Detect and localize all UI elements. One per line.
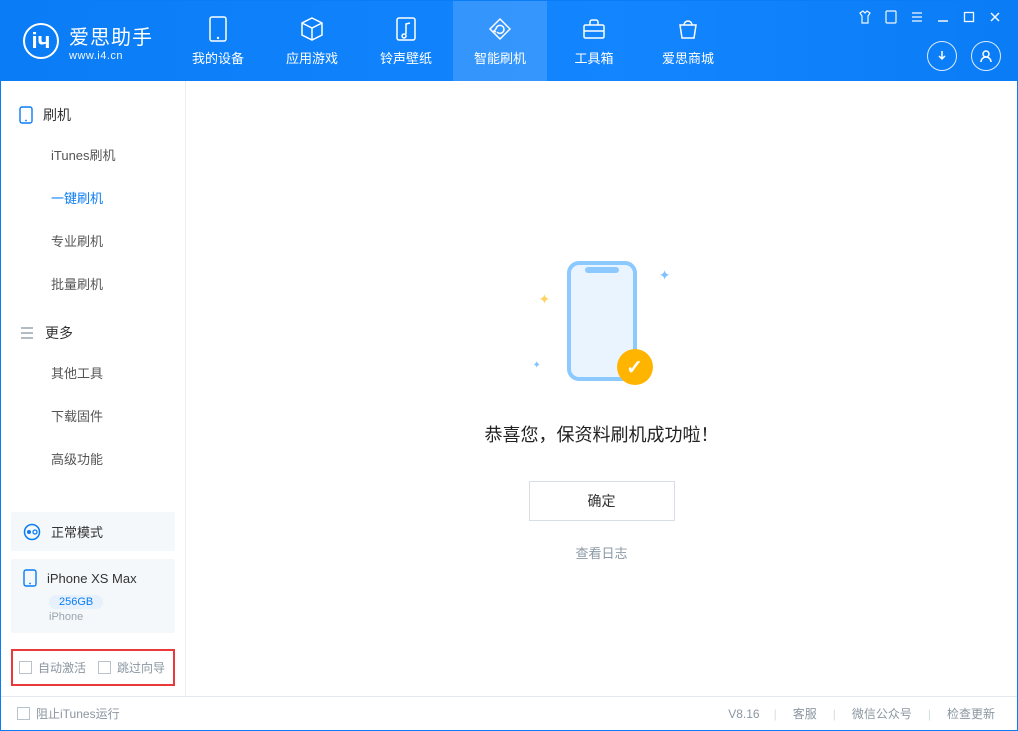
- user-button[interactable]: [971, 41, 1001, 71]
- sidebar-section-title: 更多: [45, 323, 73, 343]
- refresh-icon: [487, 16, 513, 42]
- checkbox-icon: [19, 661, 32, 674]
- tab-label: 铃声壁纸: [380, 48, 432, 67]
- sidebar-item-onekey-flash[interactable]: 一键刷机: [1, 176, 185, 219]
- checkbox-skip-guide[interactable]: 跳过向导: [98, 659, 165, 676]
- version-label: V8.16: [728, 707, 759, 721]
- tab-apps-games[interactable]: 应用游戏: [265, 1, 359, 81]
- checkbox-label: 自动激活: [38, 659, 86, 676]
- activation-options: 自动激活 跳过向导: [11, 649, 175, 686]
- toolbox-icon: [581, 16, 607, 42]
- sidebar-item-itunes-flash[interactable]: iTunes刷机: [1, 133, 185, 176]
- tab-label: 我的设备: [192, 48, 244, 67]
- footer-links: | 客服 | 微信公众号 | 检查更新: [774, 705, 1001, 722]
- success-message: 恭喜您，保资料刷机成功啦！: [485, 421, 719, 447]
- checkbox-label: 跳过向导: [117, 659, 165, 676]
- sidebar-item-advanced[interactable]: 高级功能: [1, 437, 185, 480]
- checkbox-auto-activate[interactable]: 自动激活: [19, 659, 86, 676]
- body: 刷机 iTunes刷机 一键刷机 专业刷机 批量刷机 更多 其他工具 下载固件 …: [1, 81, 1017, 696]
- logo: iч 爱思助手 www.i4.cn: [1, 21, 171, 62]
- close-icon[interactable]: [987, 9, 1003, 25]
- mode-label: 正常模式: [51, 522, 103, 541]
- main-content: ✦ ✦ ✦ ✓ 恭喜您，保资料刷机成功啦！ 确定 查看日志: [186, 81, 1017, 696]
- tab-toolbox[interactable]: 工具箱: [547, 1, 641, 81]
- sidebar: 刷机 iTunes刷机 一键刷机 专业刷机 批量刷机 更多 其他工具 下载固件 …: [1, 81, 186, 696]
- mode-icon: [23, 523, 41, 541]
- sparkle-icon: ✦: [539, 291, 551, 308]
- tab-label: 爱思商城: [662, 48, 714, 67]
- phone-outline-icon: [19, 106, 33, 124]
- sidebar-section-title: 刷机: [43, 105, 71, 125]
- device-type: iPhone: [49, 611, 163, 623]
- footer-link-update[interactable]: 检查更新: [941, 705, 1001, 722]
- skin-icon[interactable]: [857, 9, 873, 25]
- device-name-label: iPhone XS Max: [47, 571, 137, 586]
- tab-label: 应用游戏: [286, 48, 338, 67]
- sidebar-item-batch-flash[interactable]: 批量刷机: [1, 262, 185, 305]
- music-icon: [393, 16, 419, 42]
- tab-smart-flash[interactable]: 智能刷机: [453, 1, 547, 81]
- checkbox-stop-itunes[interactable]: 阻止iTunes运行: [17, 705, 120, 722]
- device-icon: [23, 569, 37, 587]
- device-storage: 256GB: [49, 595, 103, 609]
- title-bar: iч 爱思助手 www.i4.cn 我的设备 应用游戏 铃声壁纸 智能刷机 工具…: [1, 1, 1017, 81]
- download-button[interactable]: [927, 41, 957, 71]
- checkbox-icon: [98, 661, 111, 674]
- tab-label: 工具箱: [574, 48, 613, 67]
- store-icon: [675, 16, 701, 42]
- minimize-icon[interactable]: [935, 9, 951, 25]
- device-mode[interactable]: 正常模式: [11, 512, 175, 551]
- sidebar-item-download-firmware[interactable]: 下载固件: [1, 394, 185, 437]
- tab-my-device[interactable]: 我的设备: [171, 1, 265, 81]
- success-illustration: ✦ ✦ ✦ ✓: [557, 261, 647, 391]
- sidebar-section-flash: 刷机: [1, 99, 185, 133]
- sparkle-icon: ✦: [659, 267, 671, 284]
- footer-link-support[interactable]: 客服: [787, 705, 823, 722]
- checkbox-icon: [17, 707, 30, 720]
- device-card[interactable]: iPhone XS Max 256GB iPhone: [11, 559, 175, 633]
- sidebar-item-pro-flash[interactable]: 专业刷机: [1, 219, 185, 262]
- tab-label: 智能刷机: [474, 48, 526, 67]
- nav-tabs: 我的设备 应用游戏 铃声壁纸 智能刷机 工具箱 爱思商城: [171, 1, 735, 81]
- window-controls: [857, 9, 1003, 25]
- sparkle-icon: ✦: [533, 360, 541, 371]
- list-icon: [19, 326, 35, 340]
- header-actions: [927, 41, 1001, 71]
- sidebar-item-other-tools[interactable]: 其他工具: [1, 351, 185, 394]
- checkbox-label: 阻止iTunes运行: [36, 705, 120, 722]
- app-name: 爱思助手: [69, 21, 153, 50]
- logo-icon: iч: [23, 23, 59, 59]
- phone-icon: [205, 16, 231, 42]
- confirm-button[interactable]: 确定: [529, 481, 675, 521]
- app-domain: www.i4.cn: [69, 50, 153, 62]
- sidebar-section-more: 更多: [1, 317, 185, 351]
- view-log-link[interactable]: 查看日志: [575, 543, 627, 562]
- cube-icon: [299, 16, 325, 42]
- check-badge-icon: ✓: [617, 349, 653, 385]
- footer-link-wechat[interactable]: 微信公众号: [846, 705, 918, 722]
- maximize-icon[interactable]: [961, 9, 977, 25]
- tab-store[interactable]: 爱思商城: [641, 1, 735, 81]
- tab-ringtones-wallpapers[interactable]: 铃声壁纸: [359, 1, 453, 81]
- feedback-icon[interactable]: [883, 9, 899, 25]
- footer: 阻止iTunes运行 V8.16 | 客服 | 微信公众号 | 检查更新: [1, 696, 1017, 730]
- menu-icon[interactable]: [909, 9, 925, 25]
